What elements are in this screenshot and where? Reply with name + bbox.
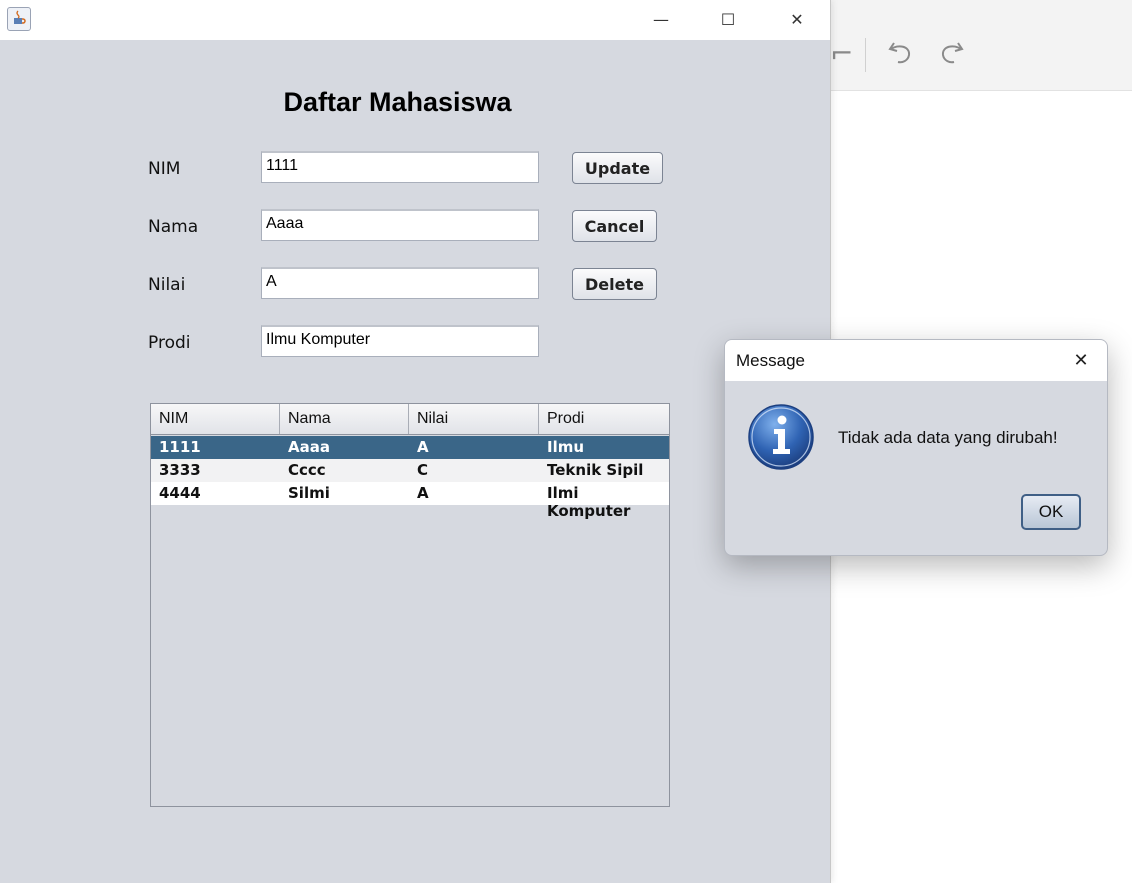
dialog-close-button[interactable]: ✕ — [1061, 344, 1101, 376]
dialog-title-bar[interactable]: Message ✕ — [725, 340, 1107, 381]
cancel-button[interactable]: Cancel — [572, 210, 657, 242]
info-icon — [747, 403, 815, 471]
undo-icon[interactable] — [888, 39, 914, 72]
nama-label: Nama — [148, 217, 199, 237]
title-bar[interactable]: — ☐ ✕ — [0, 0, 830, 40]
table-row[interactable]: 4444 Silmi A Ilmi Komputer — [151, 482, 669, 520]
column-header-nim[interactable]: NIM — [151, 404, 280, 434]
java-app-icon — [7, 7, 31, 31]
nilai-field[interactable]: A — [261, 267, 539, 299]
table-cell: Silmi — [288, 484, 330, 502]
background-toolbar: ⌐ — [830, 0, 1132, 91]
close-button[interactable]: ✕ — [775, 0, 819, 38]
maximize-button[interactable]: ☐ — [706, 0, 750, 38]
table-cell: 1111 — [159, 438, 201, 456]
nama-field[interactable]: Aaaa — [261, 209, 539, 241]
dialog-message: Tidak ada data yang dirubah! — [838, 428, 1058, 447]
minimize-button[interactable]: — — [639, 0, 683, 38]
table-cell: 3333 — [159, 461, 201, 479]
table-cell: 4444 — [159, 484, 201, 502]
student-table[interactable]: NIM Nama Nilai Prodi 1111 Aaaa A Ilmu Ko… — [150, 403, 670, 807]
nim-label: NIM — [148, 159, 181, 179]
table-cell: A — [417, 438, 429, 456]
redo-icon[interactable] — [938, 39, 964, 72]
prodi-label: Prodi — [148, 333, 191, 353]
table-header: NIM Nama Nilai Prodi — [151, 404, 669, 435]
column-header-nilai[interactable]: Nilai — [409, 404, 539, 434]
table-cell: Aaaa — [288, 438, 330, 456]
table-cell: Cccc — [288, 461, 326, 479]
table-row[interactable]: 3333 Cccc C Teknik Sipil — [151, 459, 669, 482]
update-button[interactable]: Update — [572, 152, 663, 184]
table-cell: Ilmi Komputer — [547, 484, 631, 520]
main-window: — ☐ ✕ Daftar Mahasiswa NIM 1111 Nama Aaa… — [0, 0, 831, 883]
nilai-label: Nilai — [148, 275, 186, 295]
form-title: Daftar Mahasiswa — [283, 87, 512, 117]
ok-button[interactable]: OK — [1021, 494, 1081, 530]
table-cell: A — [417, 484, 429, 502]
column-header-prodi[interactable]: Prodi — [539, 404, 669, 434]
delete-button[interactable]: Delete — [572, 268, 657, 300]
message-dialog: Message ✕ Tidak ada data yang dirubah! O… — [724, 339, 1108, 556]
table-cell: Ilmu Komputer — [547, 438, 630, 474]
table-cell: Teknik Sipil — [547, 461, 644, 479]
prodi-field[interactable]: Ilmu Komputer — [261, 325, 539, 357]
toolbar-divider — [865, 38, 866, 72]
table-row[interactable]: 1111 Aaaa A Ilmu Komputer — [151, 436, 669, 474]
table-cell: C — [417, 461, 429, 479]
nim-field[interactable]: 1111 — [261, 151, 539, 183]
crop-icon[interactable]: ⌐ — [830, 40, 853, 68]
dialog-title: Message — [736, 351, 805, 370]
column-header-nama[interactable]: Nama — [280, 404, 409, 434]
